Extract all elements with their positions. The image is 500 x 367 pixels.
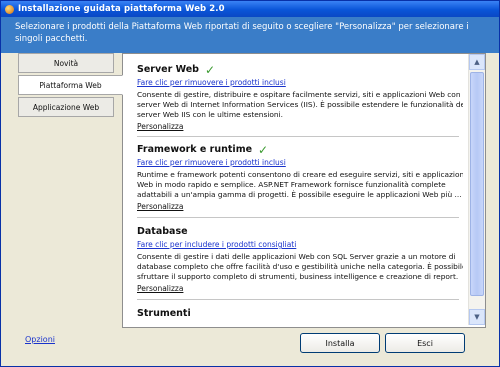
section-description: Consente di gestire i dati delle applica…: [137, 252, 463, 281]
scroll-up-arrow-icon[interactable]: ▲: [469, 54, 485, 70]
instruction-text: Selezionare i prodotti della Piattaforma…: [15, 22, 469, 44]
include-recommended-link[interactable]: Fare clic per includere i prodotti consi…: [137, 240, 463, 250]
tab-applicazione-web-label: Applicazione Web: [32, 102, 100, 112]
section-title-text: Database: [137, 226, 188, 237]
tab-applicazione-web[interactable]: Applicazione Web: [18, 97, 114, 117]
window-title: Installazione guidata piattaforma Web 2.…: [18, 4, 225, 14]
installer-window: Installazione guidata piattaforma Web 2.…: [0, 0, 500, 367]
install-button[interactable]: Installa: [300, 333, 380, 353]
section-divider: [137, 217, 459, 218]
title-bar[interactable]: Installazione guidata piattaforma Web 2.…: [1, 1, 499, 17]
check-icon: ✓: [204, 63, 216, 77]
section-divider: [137, 299, 459, 300]
section-strumenti: Strumenti: [137, 308, 463, 320]
product-list-panel: Server Web ✓ Fare clic per rimuovere i p…: [122, 53, 486, 328]
check-icon: ✓: [258, 143, 269, 157]
customize-link[interactable]: Personalizza: [137, 202, 183, 211]
section-title: Server Web ✓: [137, 64, 463, 76]
tab-novita-label: Novità: [53, 58, 79, 68]
exit-button-label: Esci: [417, 338, 433, 348]
section-divider: [137, 136, 459, 137]
options-link[interactable]: Opzioni: [25, 335, 55, 344]
tab-novita[interactable]: Novità: [18, 53, 114, 73]
install-button-label: Installa: [325, 338, 355, 348]
app-icon: [5, 4, 14, 14]
section-title-text: Framework e runtime: [137, 144, 253, 155]
section-server-web: Server Web ✓ Fare clic per rimuovere i p…: [137, 64, 463, 131]
exit-button[interactable]: Esci: [385, 333, 465, 353]
section-framework-runtime: Framework e runtime ✓ Fare clic per rimu…: [137, 144, 463, 211]
vertical-scrollbar[interactable]: ▲ ▼: [468, 54, 485, 325]
section-description: Consente di gestire, distribuire e ospit…: [137, 90, 463, 119]
section-title-text: Server Web: [137, 64, 199, 75]
product-list: Server Web ✓ Fare clic per rimuovere i p…: [123, 54, 463, 325]
customize-link[interactable]: Personalizza: [137, 122, 183, 131]
section-title-text: Strumenti: [137, 308, 191, 319]
section-title: Database: [137, 226, 463, 238]
tab-piattaforma-web[interactable]: Piattaforma Web: [18, 75, 123, 95]
section-description: Runtime e framework potenti consentono d…: [137, 170, 463, 199]
remove-included-link[interactable]: Fare clic per rimuovere i prodotti inclu…: [137, 158, 463, 168]
scroll-down-arrow-icon[interactable]: ▼: [469, 309, 485, 325]
customize-link[interactable]: Personalizza: [137, 284, 183, 293]
scrollbar-thumb[interactable]: [470, 72, 484, 296]
section-database: Database Fare clic per includere i prodo…: [137, 226, 463, 293]
tab-piattaforma-web-label: Piattaforma Web: [39, 80, 102, 90]
instruction-banner: Selezionare i prodotti della Piattaforma…: [1, 17, 499, 53]
section-title: Strumenti: [137, 308, 463, 320]
remove-included-link[interactable]: Fare clic per rimuovere i prodotti inclu…: [137, 78, 463, 88]
section-title: Framework e runtime ✓: [137, 144, 463, 156]
